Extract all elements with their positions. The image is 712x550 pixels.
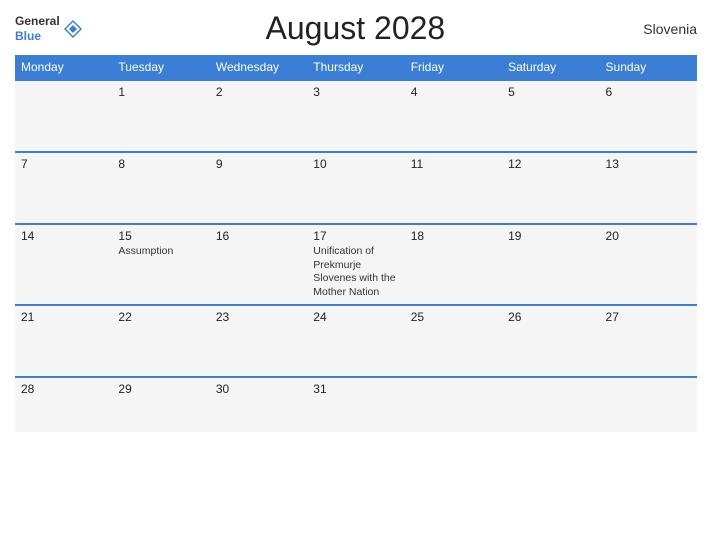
calendar-title: August 2028 — [84, 10, 627, 47]
day-number: 14 — [21, 229, 106, 243]
day-number: 17 — [313, 229, 398, 243]
calendar-cell — [600, 377, 697, 432]
logo-general-text: General — [15, 14, 60, 28]
day-number: 23 — [216, 310, 301, 324]
day-number: 20 — [606, 229, 691, 243]
day-number: 25 — [411, 310, 496, 324]
calendar-body: 123456789101112131415Assumption1617Unifi… — [15, 80, 697, 432]
day-number: 10 — [313, 157, 398, 171]
calendar-cell: 15 Assumption — [112, 224, 209, 305]
day-number: 3 — [313, 85, 398, 99]
country-name: Slovenia — [627, 21, 697, 37]
calendar-cell: 14 — [15, 224, 112, 305]
calendar-cell: 23 — [210, 305, 307, 377]
weekday-header-tuesday: Tuesday — [112, 55, 209, 80]
calendar-cell: 13 — [600, 152, 697, 224]
weekday-header-friday: Friday — [405, 55, 502, 80]
day-number: 30 — [216, 382, 301, 396]
calendar-cell: 9 — [210, 152, 307, 224]
day-number: 18 — [411, 229, 496, 243]
day-number: 27 — [606, 310, 691, 324]
day-number: 5 — [508, 85, 593, 99]
weekday-header-wednesday: Wednesday — [210, 55, 307, 80]
calendar-cell — [15, 80, 112, 152]
weekday-header-sunday: Sunday — [600, 55, 697, 80]
calendar-cell: 8 — [112, 152, 209, 224]
weekday-header-saturday: Saturday — [502, 55, 599, 80]
calendar-cell — [502, 377, 599, 432]
weekday-header-thursday: Thursday — [307, 55, 404, 80]
calendar-container: General Blue August 2028 Slovenia Monday… — [0, 0, 712, 550]
calendar-cell: 21 — [15, 305, 112, 377]
day-number: 29 — [118, 382, 203, 396]
calendar-cell: 19 — [502, 224, 599, 305]
weekday-header-row: MondayTuesdayWednesdayThursdayFridaySatu… — [15, 55, 697, 80]
day-number: 11 — [411, 157, 496, 171]
calendar-cell: 10 — [307, 152, 404, 224]
day-number: 19 — [508, 229, 593, 243]
calendar-cell: 17 Unification of Prekmurje Slovenes with… — [307, 224, 404, 305]
calendar-cell: 27 — [600, 305, 697, 377]
calendar-cell: 11 — [405, 152, 502, 224]
day-number: 21 — [21, 310, 106, 324]
logo: General Blue — [15, 14, 84, 43]
logo-text: General Blue — [15, 14, 60, 43]
calendar-cell: 25 — [405, 305, 502, 377]
day-number: 16 — [216, 229, 301, 243]
logo-blue-text: Blue — [15, 29, 41, 43]
calendar-cell: 24 — [307, 305, 404, 377]
calendar-cell: 26 — [502, 305, 599, 377]
day-number: 4 — [411, 85, 496, 99]
calendar-cell: 20 — [600, 224, 697, 305]
day-number: 26 — [508, 310, 593, 324]
calendar-cell: 3 — [307, 80, 404, 152]
calendar-cell: 16 — [210, 224, 307, 305]
calendar-week-row: 21 22 23 24 25 26 27 — [15, 305, 697, 377]
weekday-header-monday: Monday — [15, 55, 112, 80]
calendar-cell: 5 — [502, 80, 599, 152]
calendar-cell: 1 — [112, 80, 209, 152]
event-text: Unification of Prekmurje Slovenes with t… — [313, 245, 398, 300]
calendar-cell: 2 — [210, 80, 307, 152]
calendar-cell — [405, 377, 502, 432]
calendar-week-row: 28 29 30 31 — [15, 377, 697, 432]
calendar-cell: 22 — [112, 305, 209, 377]
day-number: 22 — [118, 310, 203, 324]
calendar-week-row: 123456 — [15, 80, 697, 152]
day-number: 8 — [118, 157, 203, 171]
calendar-week-row: 789 10 11 12 13 — [15, 152, 697, 224]
calendar-cell: 6 — [600, 80, 697, 152]
day-number: 9 — [216, 157, 301, 171]
calendar-header: General Blue August 2028 Slovenia — [15, 10, 697, 47]
day-number: 28 — [21, 382, 106, 396]
day-number: 2 — [216, 85, 301, 99]
calendar-cell: 31 — [307, 377, 404, 432]
calendar-cell: 18 — [405, 224, 502, 305]
day-number: 24 — [313, 310, 398, 324]
day-number: 31 — [313, 382, 398, 396]
day-number: 13 — [606, 157, 691, 171]
day-number: 15 — [118, 229, 203, 243]
calendar-header-row: MondayTuesdayWednesdayThursdayFridaySatu… — [15, 55, 697, 80]
calendar-cell: 28 — [15, 377, 112, 432]
day-number: 12 — [508, 157, 593, 171]
calendar-table: MondayTuesdayWednesdayThursdayFridaySatu… — [15, 55, 697, 432]
day-number: 6 — [606, 85, 691, 99]
calendar-week-row: 14 15 Assumption 16 17 Unification of Prekmur… — [15, 224, 697, 305]
calendar-cell: 4 — [405, 80, 502, 152]
calendar-cell: 30 — [210, 377, 307, 432]
logo-flag-icon — [62, 18, 84, 40]
calendar-cell: 7 — [15, 152, 112, 224]
calendar-cell: 29 — [112, 377, 209, 432]
day-number: 1 — [118, 85, 203, 99]
event-text: Assumption — [118, 245, 203, 259]
day-number: 7 — [21, 157, 106, 171]
calendar-cell: 12 — [502, 152, 599, 224]
